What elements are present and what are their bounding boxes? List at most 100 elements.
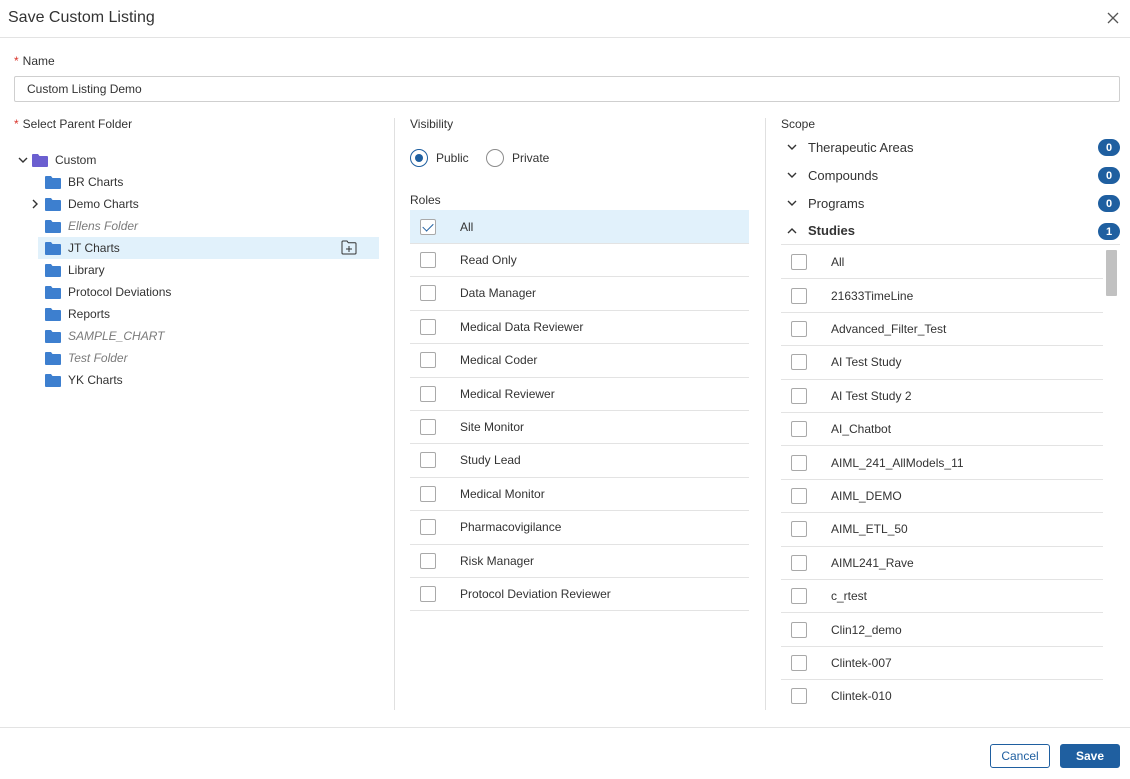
tree-item[interactable]: BR Charts — [38, 171, 379, 193]
study-row[interactable]: Advanced_Filter_Test — [781, 313, 1103, 347]
role-checkbox[interactable] — [420, 519, 436, 536]
tree-item[interactable]: YK Charts — [38, 369, 379, 391]
study-row[interactable]: AI Test Study 2 — [781, 380, 1103, 413]
study-checkbox[interactable] — [791, 287, 807, 304]
study-row[interactable]: All — [781, 246, 1103, 280]
role-checkbox[interactable] — [420, 352, 436, 369]
studies-scrollbar[interactable] — [1105, 246, 1118, 710]
role-checkbox[interactable] — [420, 285, 436, 302]
study-checkbox[interactable] — [791, 421, 807, 438]
scope-section-programs[interactable]: Programs 0 — [781, 189, 1120, 217]
study-label: AIML241_Rave — [831, 555, 914, 570]
study-checkbox[interactable] — [791, 487, 807, 504]
study-checkbox[interactable] — [791, 521, 807, 538]
study-label: AI_Chatbot — [831, 422, 892, 437]
role-row[interactable]: Medical Coder — [410, 344, 749, 378]
scope-section-compounds[interactable]: Compounds 0 — [781, 161, 1120, 189]
name-label: * Name — [14, 54, 55, 68]
role-checkbox[interactable] — [420, 552, 436, 569]
dialog-title: Save Custom Listing — [8, 9, 155, 26]
study-row[interactable]: Clintek-007 — [781, 647, 1103, 681]
study-row[interactable]: AIML_DEMO — [781, 480, 1103, 514]
chevron-down-icon[interactable] — [17, 154, 29, 166]
role-checkbox[interactable] — [420, 318, 436, 335]
chevron-down-icon[interactable] — [786, 169, 798, 181]
studies-scrollbar-thumb[interactable] — [1106, 250, 1117, 296]
tree-item[interactable]: Test Folder — [38, 347, 379, 369]
close-icon[interactable] — [1106, 11, 1120, 25]
folder-icon — [45, 285, 61, 299]
name-input[interactable] — [14, 76, 1120, 102]
tree-item[interactable]: Ellens Folder — [38, 215, 379, 237]
study-row[interactable]: c_rtest — [781, 580, 1103, 614]
study-checkbox[interactable] — [791, 554, 807, 571]
cancel-button[interactable]: Cancel — [990, 744, 1050, 768]
role-row[interactable]: Medical Data Reviewer — [410, 310, 749, 345]
tree-item[interactable]: Demo Charts — [32, 193, 379, 215]
chevron-up-icon[interactable] — [786, 225, 798, 237]
count-badge: 0 — [1098, 167, 1120, 184]
scope-section-therapeutic-areas[interactable]: Therapeutic Areas 0 — [781, 133, 1120, 161]
role-row[interactable]: Medical Reviewer — [410, 377, 749, 411]
study-checkbox[interactable] — [791, 654, 807, 671]
role-checkbox[interactable] — [420, 585, 436, 602]
study-row[interactable]: AI_Chatbot — [781, 413, 1103, 447]
count-badge: 0 — [1098, 139, 1120, 156]
role-row[interactable]: Data Manager — [410, 277, 749, 311]
role-label: Protocol Deviation Reviewer — [460, 586, 611, 601]
folder-icon — [45, 219, 61, 233]
role-row[interactable]: Pharmacovigilance — [410, 511, 749, 545]
role-label: Medical Data Reviewer — [460, 319, 584, 334]
study-label: c_rtest — [831, 589, 868, 604]
study-row[interactable]: Clintek-010 — [781, 680, 1103, 710]
tree-item[interactable]: Reports — [38, 303, 379, 325]
role-checkbox[interactable] — [420, 452, 436, 469]
tree-item[interactable]: JT Charts — [38, 237, 379, 259]
folder-icon — [45, 175, 61, 189]
role-row[interactable]: Medical Monitor — [410, 477, 749, 512]
scope-section-studies[interactable]: Studies 1 — [781, 217, 1120, 245]
tree-item[interactable]: Protocol Deviations — [38, 281, 379, 303]
role-row[interactable]: Read Only — [410, 243, 749, 278]
role-checkbox[interactable] — [420, 418, 436, 435]
role-row[interactable]: Protocol Deviation Reviewer — [410, 577, 749, 612]
parent-folder-label: * Select Parent Folder — [14, 117, 133, 131]
study-row[interactable]: AIML_241_AllModels_11 — [781, 446, 1103, 480]
study-row[interactable]: 21633TimeLine — [781, 279, 1103, 313]
study-checkbox[interactable] — [791, 588, 807, 605]
study-row[interactable]: AIML_ETL_50 — [781, 513, 1103, 547]
tree-item[interactable]: Library — [38, 259, 379, 281]
role-row[interactable]: Study Lead — [410, 444, 749, 478]
study-checkbox[interactable] — [791, 254, 807, 271]
role-checkbox[interactable] — [420, 385, 436, 402]
role-row[interactable]: Risk Manager — [410, 544, 749, 578]
study-label: 21633TimeLine — [831, 288, 914, 303]
chevron-right-icon[interactable] — [29, 198, 41, 210]
role-checkbox[interactable] — [420, 218, 436, 235]
tree-item-label: Protocol Deviations — [68, 285, 172, 299]
add-folder-icon[interactable] — [341, 240, 357, 255]
visibility-private-radio[interactable]: Private — [486, 149, 549, 167]
study-checkbox[interactable] — [791, 621, 807, 638]
study-row[interactable]: AIML241_Rave — [781, 547, 1103, 580]
chevron-down-icon[interactable] — [786, 197, 798, 209]
tree-item[interactable]: SAMPLE_CHART — [38, 325, 379, 347]
count-badge: 1 — [1098, 223, 1120, 240]
divider — [394, 118, 395, 710]
visibility-public-radio[interactable]: Public — [410, 149, 469, 167]
role-checkbox[interactable] — [420, 251, 436, 268]
chevron-down-icon[interactable] — [786, 141, 798, 153]
role-row[interactable]: All — [410, 210, 749, 244]
role-checkbox[interactable] — [420, 485, 436, 502]
save-button[interactable]: Save — [1060, 744, 1120, 768]
study-checkbox[interactable] — [791, 320, 807, 337]
study-checkbox[interactable] — [791, 454, 807, 471]
role-row[interactable]: Site Monitor — [410, 410, 749, 445]
study-row[interactable]: Clin12_demo — [781, 613, 1103, 647]
study-checkbox[interactable] — [791, 688, 807, 705]
study-checkbox[interactable] — [791, 354, 807, 371]
study-row[interactable]: AI Test Study — [781, 346, 1103, 380]
tree-root-custom[interactable]: Custom — [18, 149, 378, 171]
radio-indicator — [410, 149, 428, 167]
study-checkbox[interactable] — [791, 387, 807, 404]
